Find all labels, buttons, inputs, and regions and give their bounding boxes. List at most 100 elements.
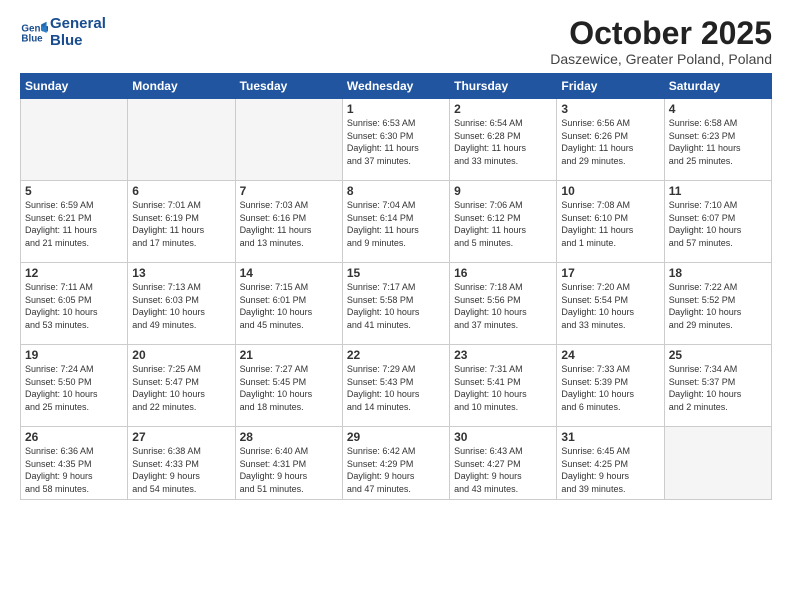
day-number: 2 <box>454 102 552 116</box>
calendar-cell: 16Sunrise: 7:18 AM Sunset: 5:56 PM Dayli… <box>450 263 557 345</box>
calendar-week-2: 5Sunrise: 6:59 AM Sunset: 6:21 PM Daylig… <box>21 181 772 263</box>
calendar-cell: 20Sunrise: 7:25 AM Sunset: 5:47 PM Dayli… <box>128 345 235 427</box>
day-number: 22 <box>347 348 445 362</box>
day-number: 3 <box>561 102 659 116</box>
day-number: 10 <box>561 184 659 198</box>
day-number: 28 <box>240 430 338 444</box>
day-info: Sunrise: 6:43 AM Sunset: 4:27 PM Dayligh… <box>454 445 552 495</box>
day-number: 12 <box>25 266 123 280</box>
day-info: Sunrise: 6:42 AM Sunset: 4:29 PM Dayligh… <box>347 445 445 495</box>
day-number: 5 <box>25 184 123 198</box>
calendar-cell <box>664 427 771 499</box>
calendar-cell: 8Sunrise: 7:04 AM Sunset: 6:14 PM Daylig… <box>342 181 449 263</box>
day-info: Sunrise: 7:31 AM Sunset: 5:41 PM Dayligh… <box>454 363 552 413</box>
day-info: Sunrise: 7:08 AM Sunset: 6:10 PM Dayligh… <box>561 199 659 249</box>
logo-general: General <box>50 16 106 33</box>
day-number: 18 <box>669 266 767 280</box>
calendar-cell: 29Sunrise: 6:42 AM Sunset: 4:29 PM Dayli… <box>342 427 449 499</box>
month-title: October 2025 <box>550 16 772 51</box>
calendar-cell: 4Sunrise: 6:58 AM Sunset: 6:23 PM Daylig… <box>664 99 771 181</box>
calendar-cell: 18Sunrise: 7:22 AM Sunset: 5:52 PM Dayli… <box>664 263 771 345</box>
calendar-cell <box>128 99 235 181</box>
day-number: 7 <box>240 184 338 198</box>
day-number: 13 <box>132 266 230 280</box>
day-info: Sunrise: 7:04 AM Sunset: 6:14 PM Dayligh… <box>347 199 445 249</box>
day-info: Sunrise: 7:22 AM Sunset: 5:52 PM Dayligh… <box>669 281 767 331</box>
day-number: 8 <box>347 184 445 198</box>
day-number: 11 <box>669 184 767 198</box>
weekday-header-tuesday: Tuesday <box>235 74 342 99</box>
day-info: Sunrise: 7:29 AM Sunset: 5:43 PM Dayligh… <box>347 363 445 413</box>
logo-icon: General Blue <box>20 19 48 47</box>
day-number: 19 <box>25 348 123 362</box>
calendar-cell: 30Sunrise: 6:43 AM Sunset: 4:27 PM Dayli… <box>450 427 557 499</box>
day-info: Sunrise: 7:25 AM Sunset: 5:47 PM Dayligh… <box>132 363 230 413</box>
day-number: 9 <box>454 184 552 198</box>
calendar-week-5: 26Sunrise: 6:36 AM Sunset: 4:35 PM Dayli… <box>21 427 772 499</box>
day-info: Sunrise: 7:15 AM Sunset: 6:01 PM Dayligh… <box>240 281 338 331</box>
day-info: Sunrise: 7:13 AM Sunset: 6:03 PM Dayligh… <box>132 281 230 331</box>
calendar-cell: 3Sunrise: 6:56 AM Sunset: 6:26 PM Daylig… <box>557 99 664 181</box>
weekday-header-friday: Friday <box>557 74 664 99</box>
calendar-week-3: 12Sunrise: 7:11 AM Sunset: 6:05 PM Dayli… <box>21 263 772 345</box>
day-number: 14 <box>240 266 338 280</box>
title-block: October 2025 Daszewice, Greater Poland, … <box>550 16 772 67</box>
header: General Blue General Blue October 2025 D… <box>20 16 772 67</box>
weekday-header-sunday: Sunday <box>21 74 128 99</box>
calendar-cell: 9Sunrise: 7:06 AM Sunset: 6:12 PM Daylig… <box>450 181 557 263</box>
day-number: 31 <box>561 430 659 444</box>
page: General Blue General Blue October 2025 D… <box>0 0 792 612</box>
day-info: Sunrise: 6:53 AM Sunset: 6:30 PM Dayligh… <box>347 117 445 167</box>
weekday-header-saturday: Saturday <box>664 74 771 99</box>
calendar-cell: 21Sunrise: 7:27 AM Sunset: 5:45 PM Dayli… <box>235 345 342 427</box>
calendar-cell: 19Sunrise: 7:24 AM Sunset: 5:50 PM Dayli… <box>21 345 128 427</box>
day-info: Sunrise: 6:58 AM Sunset: 6:23 PM Dayligh… <box>669 117 767 167</box>
weekday-header-monday: Monday <box>128 74 235 99</box>
calendar-week-1: 1Sunrise: 6:53 AM Sunset: 6:30 PM Daylig… <box>21 99 772 181</box>
calendar-cell: 7Sunrise: 7:03 AM Sunset: 6:16 PM Daylig… <box>235 181 342 263</box>
day-number: 29 <box>347 430 445 444</box>
calendar-cell: 14Sunrise: 7:15 AM Sunset: 6:01 PM Dayli… <box>235 263 342 345</box>
calendar-cell: 28Sunrise: 6:40 AM Sunset: 4:31 PM Dayli… <box>235 427 342 499</box>
day-number: 1 <box>347 102 445 116</box>
day-info: Sunrise: 6:45 AM Sunset: 4:25 PM Dayligh… <box>561 445 659 495</box>
svg-text:Blue: Blue <box>21 33 43 44</box>
day-number: 30 <box>454 430 552 444</box>
calendar-cell: 10Sunrise: 7:08 AM Sunset: 6:10 PM Dayli… <box>557 181 664 263</box>
calendar-cell: 12Sunrise: 7:11 AM Sunset: 6:05 PM Dayli… <box>21 263 128 345</box>
day-info: Sunrise: 7:06 AM Sunset: 6:12 PM Dayligh… <box>454 199 552 249</box>
day-info: Sunrise: 7:33 AM Sunset: 5:39 PM Dayligh… <box>561 363 659 413</box>
day-info: Sunrise: 7:17 AM Sunset: 5:58 PM Dayligh… <box>347 281 445 331</box>
day-number: 17 <box>561 266 659 280</box>
day-info: Sunrise: 6:54 AM Sunset: 6:28 PM Dayligh… <box>454 117 552 167</box>
day-info: Sunrise: 7:03 AM Sunset: 6:16 PM Dayligh… <box>240 199 338 249</box>
calendar-cell <box>235 99 342 181</box>
calendar-week-4: 19Sunrise: 7:24 AM Sunset: 5:50 PM Dayli… <box>21 345 772 427</box>
calendar-cell: 13Sunrise: 7:13 AM Sunset: 6:03 PM Dayli… <box>128 263 235 345</box>
calendar-cell: 11Sunrise: 7:10 AM Sunset: 6:07 PM Dayli… <box>664 181 771 263</box>
day-number: 25 <box>669 348 767 362</box>
day-info: Sunrise: 7:11 AM Sunset: 6:05 PM Dayligh… <box>25 281 123 331</box>
day-number: 16 <box>454 266 552 280</box>
calendar-cell: 26Sunrise: 6:36 AM Sunset: 4:35 PM Dayli… <box>21 427 128 499</box>
day-info: Sunrise: 7:27 AM Sunset: 5:45 PM Dayligh… <box>240 363 338 413</box>
day-info: Sunrise: 7:20 AM Sunset: 5:54 PM Dayligh… <box>561 281 659 331</box>
day-number: 15 <box>347 266 445 280</box>
calendar-cell: 22Sunrise: 7:29 AM Sunset: 5:43 PM Dayli… <box>342 345 449 427</box>
day-info: Sunrise: 7:34 AM Sunset: 5:37 PM Dayligh… <box>669 363 767 413</box>
location-subtitle: Daszewice, Greater Poland, Poland <box>550 51 772 67</box>
calendar-cell: 6Sunrise: 7:01 AM Sunset: 6:19 PM Daylig… <box>128 181 235 263</box>
day-number: 20 <box>132 348 230 362</box>
calendar-cell: 23Sunrise: 7:31 AM Sunset: 5:41 PM Dayli… <box>450 345 557 427</box>
day-info: Sunrise: 6:56 AM Sunset: 6:26 PM Dayligh… <box>561 117 659 167</box>
calendar-cell: 24Sunrise: 7:33 AM Sunset: 5:39 PM Dayli… <box>557 345 664 427</box>
day-info: Sunrise: 7:01 AM Sunset: 6:19 PM Dayligh… <box>132 199 230 249</box>
day-info: Sunrise: 6:40 AM Sunset: 4:31 PM Dayligh… <box>240 445 338 495</box>
day-info: Sunrise: 6:59 AM Sunset: 6:21 PM Dayligh… <box>25 199 123 249</box>
day-info: Sunrise: 7:24 AM Sunset: 5:50 PM Dayligh… <box>25 363 123 413</box>
calendar-cell <box>21 99 128 181</box>
calendar-cell: 5Sunrise: 6:59 AM Sunset: 6:21 PM Daylig… <box>21 181 128 263</box>
calendar-cell: 17Sunrise: 7:20 AM Sunset: 5:54 PM Dayli… <box>557 263 664 345</box>
logo: General Blue General Blue <box>20 16 106 49</box>
calendar-cell: 2Sunrise: 6:54 AM Sunset: 6:28 PM Daylig… <box>450 99 557 181</box>
